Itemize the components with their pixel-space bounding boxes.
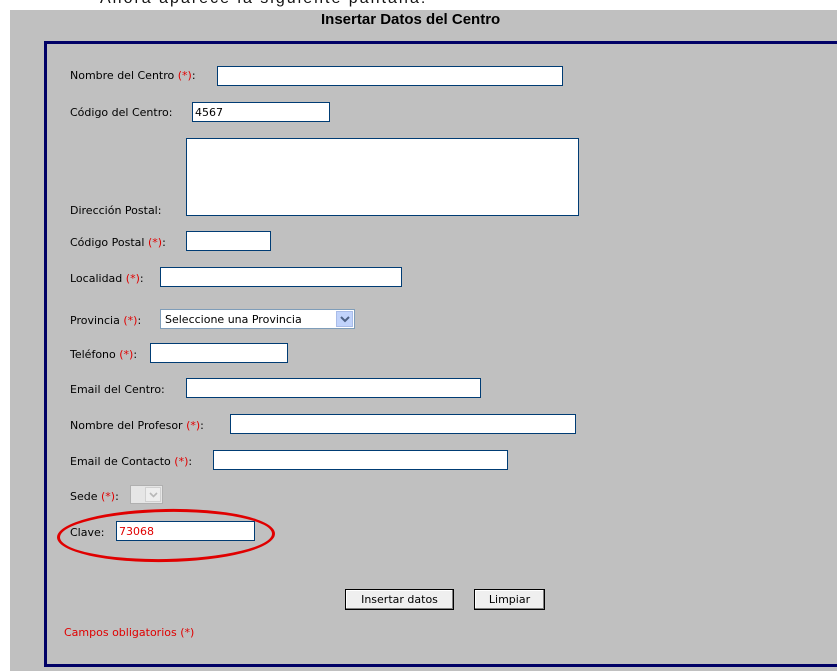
email-contacto-input[interactable] xyxy=(213,450,508,470)
provincia-label: Provincia (*): xyxy=(70,314,142,327)
sede-label: Sede (*): xyxy=(70,490,119,503)
nombre-centro-input[interactable] xyxy=(217,66,563,86)
telefono-label: Teléfono (*): xyxy=(70,348,138,361)
nombre-centro-label: Nombre del Centro (*): xyxy=(70,69,196,82)
localidad-label: Localidad (*): xyxy=(70,272,144,285)
email-contacto-label: Email de Contacto (*): xyxy=(70,455,193,468)
insert-button[interactable]: Insertar datos xyxy=(345,589,454,610)
required-marker: (*) xyxy=(186,419,201,432)
required-marker: (*) xyxy=(101,490,116,503)
clear-button[interactable]: Limpiar xyxy=(474,589,545,610)
codigo-postal-input[interactable] xyxy=(186,231,271,251)
codigo-postal-label: Código Postal (*): xyxy=(70,236,166,249)
email-centro-label: Email del Centro: xyxy=(70,383,165,396)
direccion-postal-textarea[interactable] xyxy=(186,138,579,216)
codigo-centro-input[interactable] xyxy=(192,102,330,122)
required-marker: (*) xyxy=(119,348,134,361)
required-fields-note: Campos obligatorios (*) xyxy=(64,626,195,639)
required-marker: (*) xyxy=(125,272,140,285)
required-marker: (*) xyxy=(174,455,189,468)
required-marker: (*) xyxy=(123,314,138,327)
nombre-profesor-label: Nombre del Profesor (*): xyxy=(70,419,204,432)
codigo-centro-label: Código del Centro: xyxy=(70,106,173,119)
telefono-input[interactable] xyxy=(150,343,288,363)
localidad-input[interactable] xyxy=(160,267,402,287)
intro-text: Ahora aparece la siguiente pantalla: xyxy=(100,0,427,8)
chevron-down-icon[interactable] xyxy=(145,487,161,502)
sede-select[interactable] xyxy=(130,485,163,504)
provincia-selected-value: Seleccione una Provincia xyxy=(165,313,302,326)
chevron-down-icon[interactable] xyxy=(336,311,353,327)
provincia-select[interactable]: Seleccione una Provincia xyxy=(160,309,355,329)
required-marker: (*) xyxy=(147,236,163,249)
nombre-profesor-input[interactable] xyxy=(230,414,576,434)
required-marker: (*) xyxy=(177,69,192,82)
form-title: Insertar Datos del Centro xyxy=(321,11,501,28)
email-centro-input[interactable] xyxy=(186,378,481,398)
direccion-postal-label: Dirección Postal: xyxy=(70,204,162,217)
